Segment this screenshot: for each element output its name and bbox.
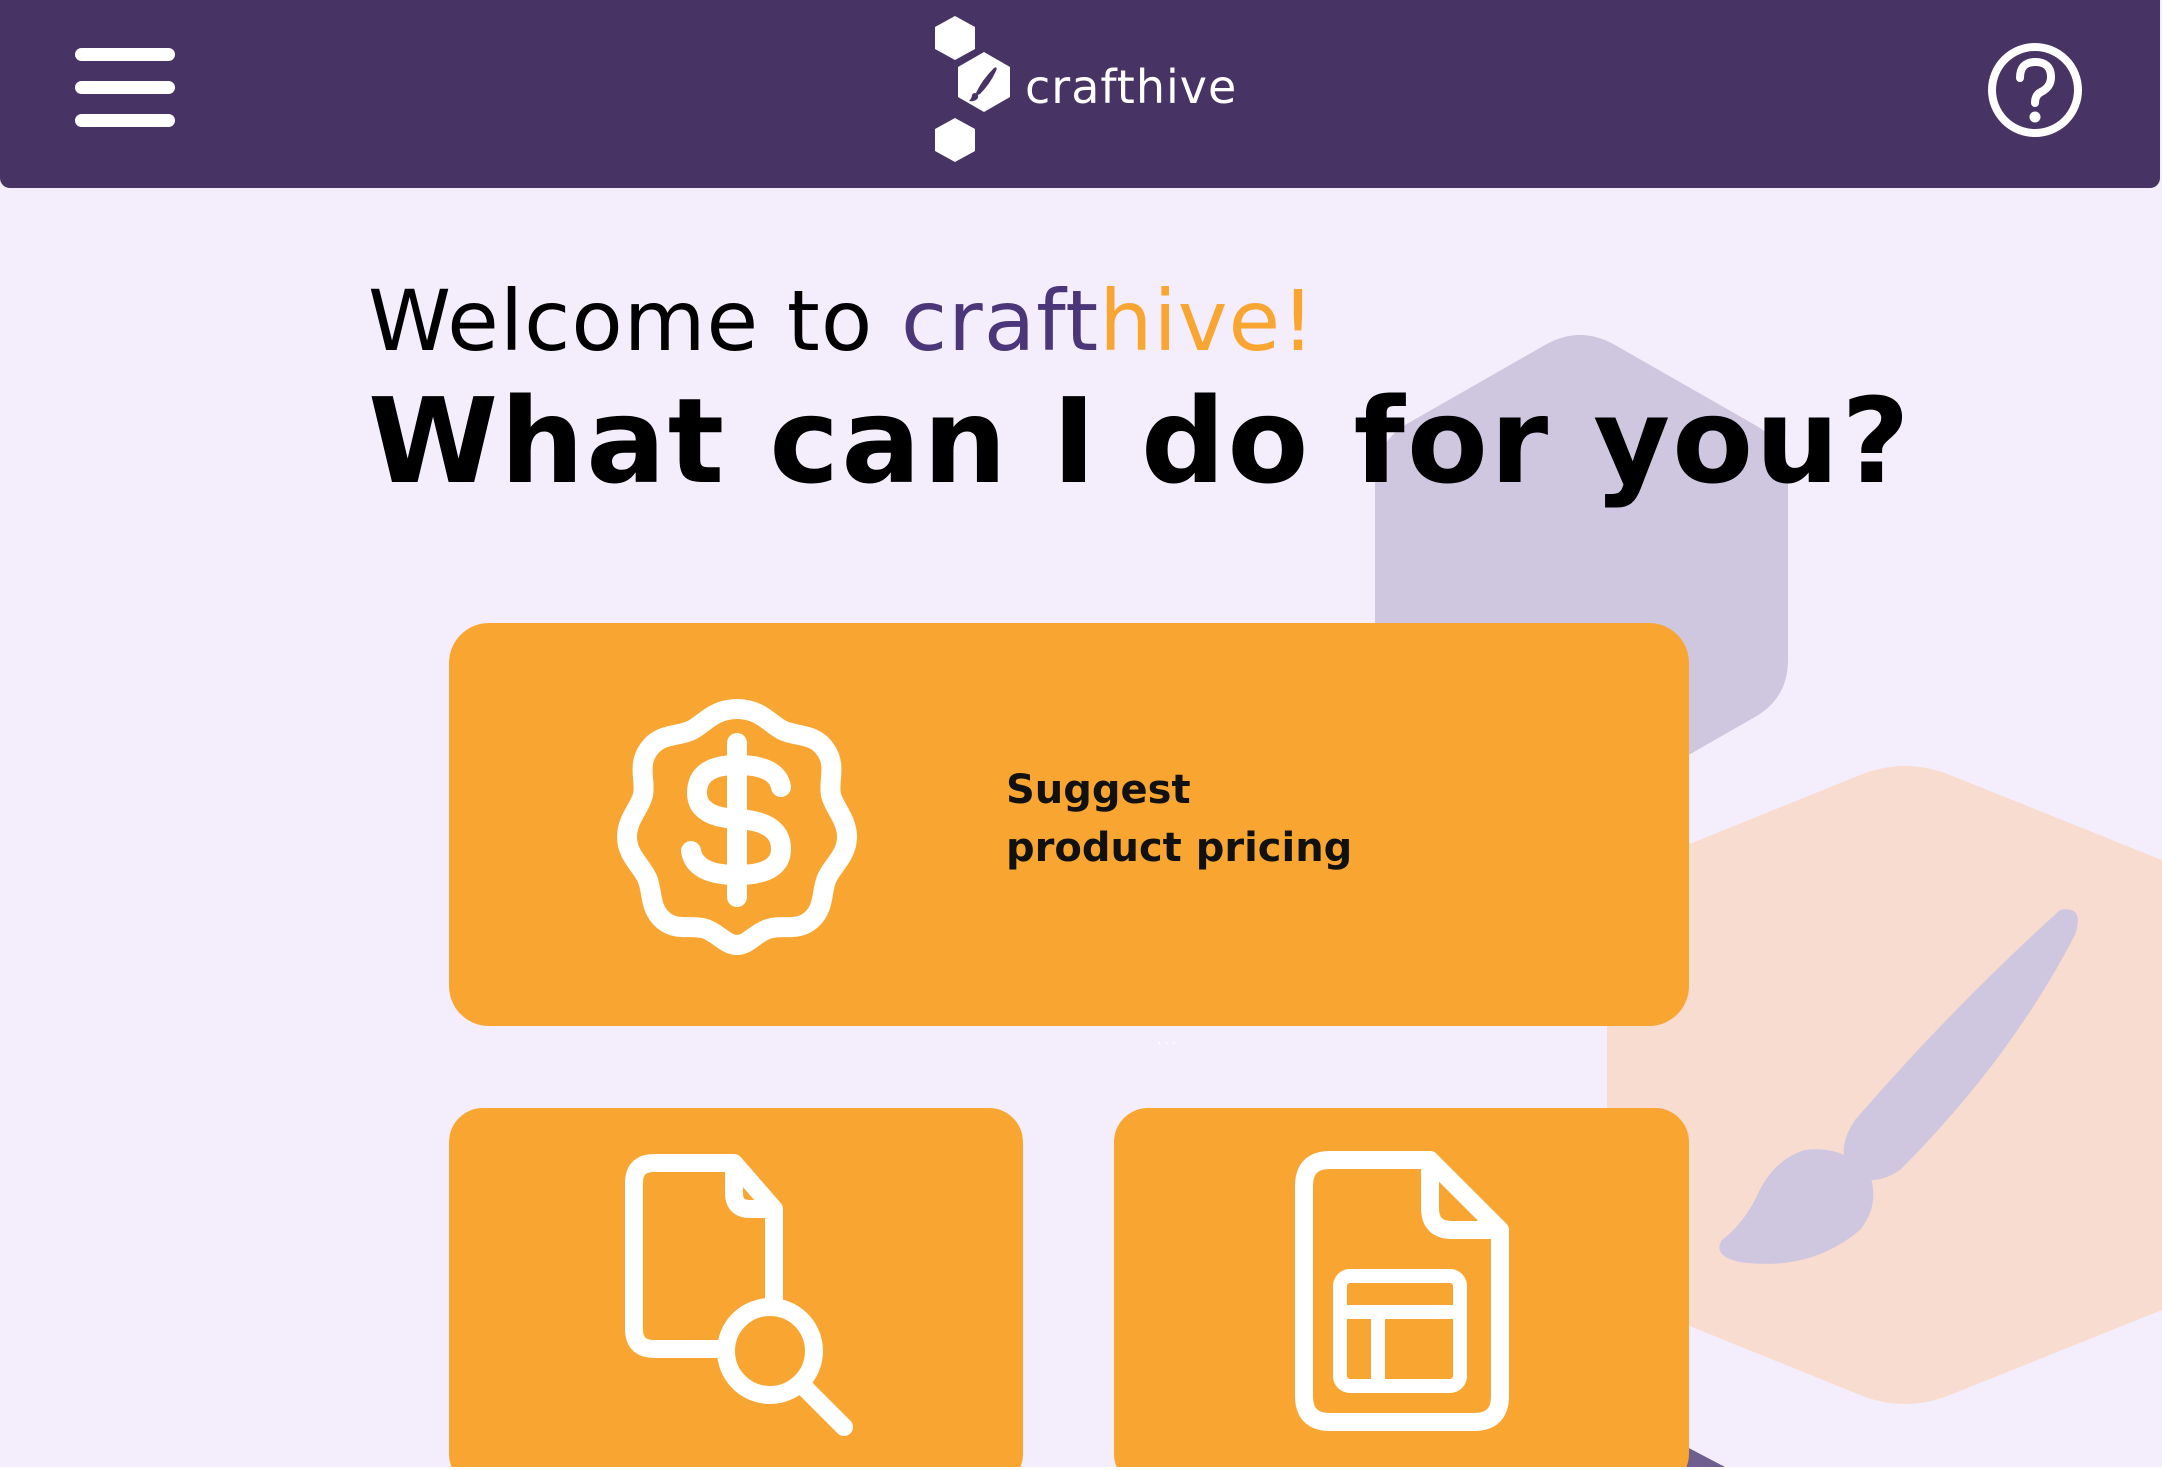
welcome-heading: Welcome to crafthive! (368, 272, 1316, 370)
welcome-prefix: Welcome to (368, 272, 901, 370)
card-label-line2: product pricing (1006, 825, 1353, 871)
hexagon-brush-logo-icon (935, 16, 1010, 162)
document-search-card[interactable] (449, 1108, 1023, 1467)
welcome-brand-craft: craft (900, 272, 1100, 370)
purple-corner-shape (1685, 1446, 1725, 1467)
card-label-line1: Suggest (1006, 767, 1191, 813)
suggest-pricing-card[interactable]: Suggest product pricing (449, 623, 1689, 1026)
page-title: What can I do for you? (368, 372, 1912, 510)
question-circle-icon (1988, 43, 2082, 137)
help-button[interactable] (1985, 40, 2085, 140)
spreadsheet-document-icon (1295, 1151, 1509, 1431)
suggest-pricing-label: Suggest product pricing (1006, 761, 1352, 877)
spreadsheet-card[interactable] (1114, 1108, 1689, 1467)
dollar-badge-icon (617, 699, 857, 955)
brand-name-text: crafthive (1025, 60, 1238, 114)
document-search-icon (625, 1154, 853, 1436)
top-header-bar: crafthive (0, 0, 2160, 188)
peach-hexagon-shape (1607, 766, 2162, 1404)
hamburger-menu-icon (70, 45, 180, 135)
welcome-brand-hive: hive! (1099, 272, 1316, 370)
menu-button[interactable] (70, 45, 180, 135)
app-screen: crafthive Welcome to crafthive! What can… (0, 0, 2162, 1467)
carousel-dots: ··· (1157, 1036, 1180, 1052)
crafthive-logo[interactable]: crafthive (930, 14, 1240, 164)
